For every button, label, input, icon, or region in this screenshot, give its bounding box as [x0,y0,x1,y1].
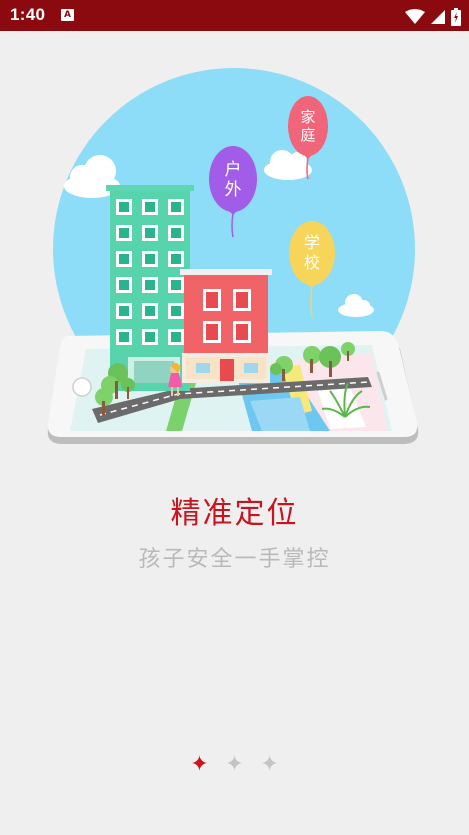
onboarding-subtitle: 孩子安全一手掌控 [138,547,331,572]
balloon-school-label-top: 学 [304,233,320,252]
battery-icon [451,7,461,26]
balloon-school-label-bottom: 校 [304,253,320,272]
building-red [180,269,272,383]
onboarding-title: 精准定位 [170,496,299,531]
status-icons [404,6,461,26]
page-dot-1-active[interactable]: ✦ [187,753,211,777]
signal-icon [430,9,445,24]
page-dot-2[interactable]: ✦ [223,753,247,777]
page-indicator: ✦ ✦ ✦ [0,753,469,777]
balloon-home-label-bottom: 庭 [300,126,315,144]
notification-icon: A [61,9,74,21]
onboarding-illustration: 家 庭 户 外 学 校 [47,68,419,444]
balloon-outdoor-label-bottom: 外 [225,180,242,200]
wifi-icon [404,8,425,24]
status-time: 1:40 [10,5,46,24]
status-bar: 1:40 A [0,0,469,31]
page-dot-3[interactable]: ✦ [258,753,282,777]
balloon-outdoor-label-top: 户 [225,160,242,180]
balloon-home-label-top: 家 [300,108,315,126]
building-green [106,185,194,391]
